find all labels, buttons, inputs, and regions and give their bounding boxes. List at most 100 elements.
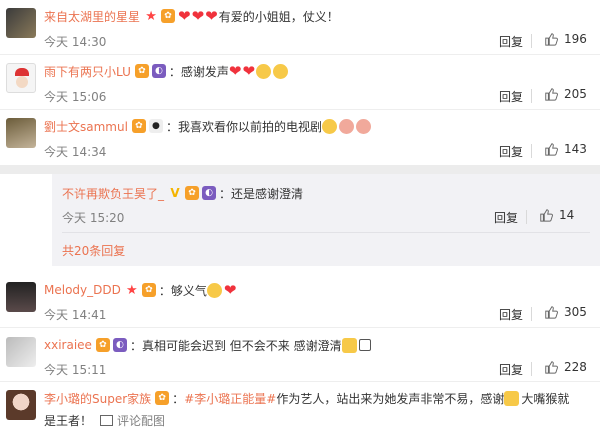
- comment-text: 作为艺人，站出来为她发声非常不易，感谢: [276, 391, 505, 406]
- reply-button[interactable]: 回复: [494, 209, 518, 226]
- comment-time: 今天 14:41: [44, 308, 107, 322]
- comment-time: 今天 15:20: [62, 211, 125, 225]
- heart-icon: ❤: [242, 62, 256, 80]
- like-button[interactable]: 228: [544, 360, 587, 374]
- box-icon: [358, 339, 371, 351]
- comment-username[interactable]: 李小璐的Super家族: [44, 390, 151, 407]
- reply-button[interactable]: 回复: [499, 306, 523, 323]
- comment-username[interactable]: 来自太湖里的星星: [44, 8, 140, 25]
- avatar[interactable]: [6, 282, 36, 312]
- panda-icon: ●: [148, 119, 163, 133]
- comment-item: 劉士文sammul ✿ ● ：我喜欢看你以前拍的电视剧 今天 14:34 回复 …: [0, 110, 600, 165]
- thumbs-up-icon: [545, 306, 558, 319]
- vip-badge-icon: ✿: [185, 186, 200, 200]
- thumbs-up-icon: [545, 88, 558, 101]
- comment-username[interactable]: 雨下有两只小LU: [44, 63, 131, 80]
- comment-text: ：还是感谢澄清: [219, 186, 304, 201]
- like-button[interactable]: 143: [544, 142, 587, 156]
- comment-text: ：感谢发声: [168, 64, 229, 79]
- heart-icon: ❤: [178, 7, 191, 25]
- divider: [0, 327, 600, 328]
- divider: [531, 34, 532, 48]
- image-icon: [100, 414, 114, 426]
- star-badge-icon: ★: [126, 282, 138, 298]
- like-count: 196: [564, 32, 587, 46]
- comment-section-top: 来自太湖里的星星 ★ ✿ ❤ ❤ ❤ 有爱的小姐姐，仗义！ 今天 14:30 回…: [0, 0, 600, 165]
- divider: [531, 89, 532, 103]
- comment-item: 来自太湖里的星星 ★ ✿ ❤ ❤ ❤ 有爱的小姐姐，仗义！ 今天 14:30 回…: [0, 0, 600, 55]
- comment-item: xxiraiee ✿ ◐ ：真相可能会迟到 但不会不来 感谢澄清 今天 15:1…: [0, 329, 600, 384]
- reply-button[interactable]: 回复: [499, 143, 523, 160]
- reply-button[interactable]: 回复: [499, 33, 523, 50]
- vip-badge-icon: ✿: [161, 9, 176, 23]
- praying-hands-icon: [341, 337, 357, 353]
- moon-badge-icon: ◐: [151, 64, 166, 78]
- thumbs-up-icon: [540, 209, 553, 222]
- comment-text: ：我喜欢看你以前拍的电视剧: [165, 119, 322, 134]
- like-button[interactable]: 14: [539, 208, 574, 222]
- comment-section-bottom: 不许再欺负王昊了_ V ✿ ◐ ：还是感谢澄清 今天 15:20 回复 14 共…: [0, 174, 600, 435]
- comment-text-continued: 大嘴猴就: [521, 391, 570, 406]
- avatar[interactable]: [6, 8, 36, 38]
- reply-button[interactable]: 回复: [499, 88, 523, 105]
- star-badge-icon: ★: [145, 8, 157, 24]
- moon-badge-icon: ◐: [112, 338, 127, 352]
- heart-icon: ❤: [205, 7, 218, 25]
- comment-text: ：真相可能会迟到 但不会不来 感谢澄清: [129, 338, 342, 353]
- comment-item: 雨下有两只小LU ✿ ◐ ：感谢发声 ❤ ❤ 今天 15:06 回复 205: [0, 55, 600, 110]
- comment-text-line2: 是王者！: [44, 413, 93, 428]
- praying-hands-icon: [504, 390, 520, 406]
- avatar[interactable]: [6, 118, 36, 148]
- comment-time: 今天 14:34: [44, 145, 107, 159]
- comment-time: 今天 15:11: [44, 363, 107, 377]
- comment-username[interactable]: 不许再欺负王昊了_: [62, 185, 164, 202]
- like-count: 143: [564, 142, 587, 156]
- comment-username[interactable]: 劉士文sammul: [44, 118, 128, 135]
- nested-replies: 不许再欺负王昊了_ V ✿ ◐ ：还是感谢澄清 今天 15:20 回复 14 共…: [52, 174, 600, 266]
- divider: [531, 362, 532, 376]
- comment-item: 李小璐的Super家族 ✿ ： #李小璐正能量# 作为艺人，站出来为她发声非常不…: [0, 382, 600, 435]
- hashtag-link[interactable]: #李小璐正能量#: [184, 390, 276, 407]
- verified-v-icon: V: [170, 186, 180, 200]
- divider: [531, 144, 532, 158]
- pig-face-icon: [338, 118, 354, 134]
- vip-badge-icon: ✿: [131, 119, 146, 133]
- like-count: 228: [564, 360, 587, 374]
- divider: [526, 210, 527, 224]
- comment-item: Melody_DDD ★ ✿ ：够义气 ❤ 今天 14:41 回复 305: [0, 274, 600, 329]
- crying-face-icon: [256, 63, 272, 79]
- comment-text: 有爱的小姐姐，仗义！: [218, 9, 339, 24]
- like-button[interactable]: 205: [544, 87, 587, 101]
- avatar[interactable]: [6, 390, 36, 420]
- heart-icon: ❤: [228, 62, 242, 80]
- comment-username[interactable]: Melody_DDD: [44, 283, 121, 297]
- like-button[interactable]: 305: [544, 305, 587, 319]
- divider: [62, 232, 590, 233]
- pig-face-icon: [355, 118, 371, 134]
- moon-badge-icon: ◐: [202, 186, 217, 200]
- like-button[interactable]: 196: [544, 32, 587, 46]
- smiling-face-icon: [321, 118, 337, 134]
- avatar[interactable]: [6, 63, 36, 93]
- comment-username[interactable]: xxiraiee: [44, 338, 92, 352]
- more-replies-link[interactable]: 共20条回复: [62, 242, 125, 259]
- like-count: 14: [559, 208, 575, 222]
- vip-badge-icon: ✿: [95, 338, 110, 352]
- crying-face-icon: [273, 63, 289, 79]
- like-count: 205: [564, 87, 587, 101]
- thumbs-up-emoji-icon: [206, 282, 222, 298]
- vip-badge-icon: ✿: [155, 391, 170, 405]
- view-comment-image-link[interactable]: 评论配图: [117, 412, 165, 429]
- comment-time: 今天 14:30: [44, 35, 107, 49]
- heart-icon: ❤: [191, 7, 205, 25]
- comment-text: ：够义气: [158, 283, 207, 298]
- reply-button[interactable]: 回复: [499, 361, 523, 378]
- thumbs-up-icon: [545, 33, 558, 46]
- avatar[interactable]: [6, 337, 36, 367]
- vip-badge-icon: ✿: [134, 64, 149, 78]
- thumbs-up-icon: [545, 361, 558, 374]
- divider: [531, 307, 532, 321]
- section-gap: [0, 165, 600, 174]
- heart-icon: ❤: [223, 281, 237, 299]
- vip-badge-icon: ✿: [141, 283, 156, 297]
